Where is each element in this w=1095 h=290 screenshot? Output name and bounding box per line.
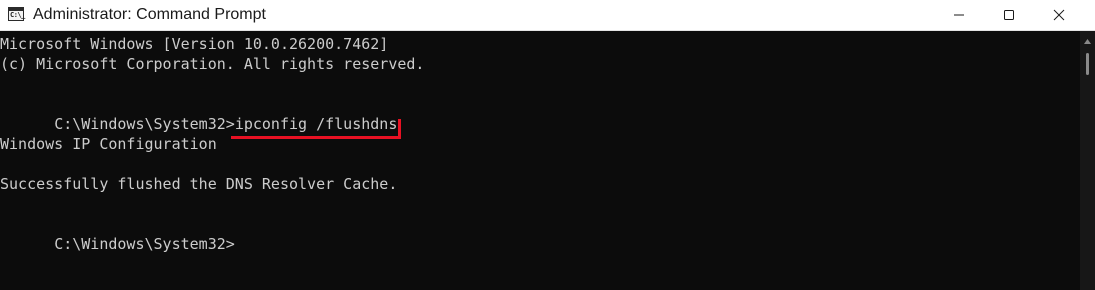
cmd-icon[interactable]: C:\_ xyxy=(8,7,25,21)
console-line-ip-config: Windows IP Configuration xyxy=(0,135,217,153)
command-text: ipconfig /flushdns xyxy=(234,115,398,133)
console-line-version: Microsoft Windows [Version 10.0.26200.74… xyxy=(0,35,389,53)
maximize-button[interactable] xyxy=(986,0,1032,30)
console-line-command: C:\Windows\System32>ipconfig /flushdns xyxy=(0,94,402,139)
cmd-icon-glyph: C:\_ xyxy=(10,11,25,19)
current-prompt-path: C:\Windows\System32> xyxy=(54,235,235,253)
title-bar[interactable]: C:\_ Administrator: Command Prompt xyxy=(0,0,1095,31)
console-line-current-prompt[interactable]: C:\Windows\System32> xyxy=(0,214,235,253)
minimize-button[interactable] xyxy=(936,0,982,30)
console-output[interactable]: Microsoft Windows [Version 10.0.26200.74… xyxy=(0,31,1080,290)
command-prompt-window: C:\_ Administrator: Command Prompt Micro… xyxy=(0,0,1095,290)
minimize-icon xyxy=(954,14,964,16)
highlight-underline xyxy=(230,136,400,139)
close-button[interactable] xyxy=(1036,0,1082,30)
command-prompt-path: C:\Windows\System32> xyxy=(54,115,235,133)
close-icon xyxy=(1053,9,1065,21)
highlight-tick xyxy=(398,119,402,139)
scroll-up-icon xyxy=(1084,39,1091,44)
scroll-up-button[interactable] xyxy=(1083,37,1092,46)
maximize-icon xyxy=(1004,10,1014,20)
console-line-copyright: (c) Microsoft Corporation. All rights re… xyxy=(0,55,425,73)
window-title: Administrator: Command Prompt xyxy=(33,6,266,23)
highlighted-command: ipconfig /flushdns xyxy=(230,114,402,139)
console-line-flush-result: Successfully flushed the DNS Resolver Ca… xyxy=(0,175,398,193)
vertical-scrollbar[interactable] xyxy=(1080,31,1095,290)
scroll-thumb[interactable] xyxy=(1086,53,1089,75)
